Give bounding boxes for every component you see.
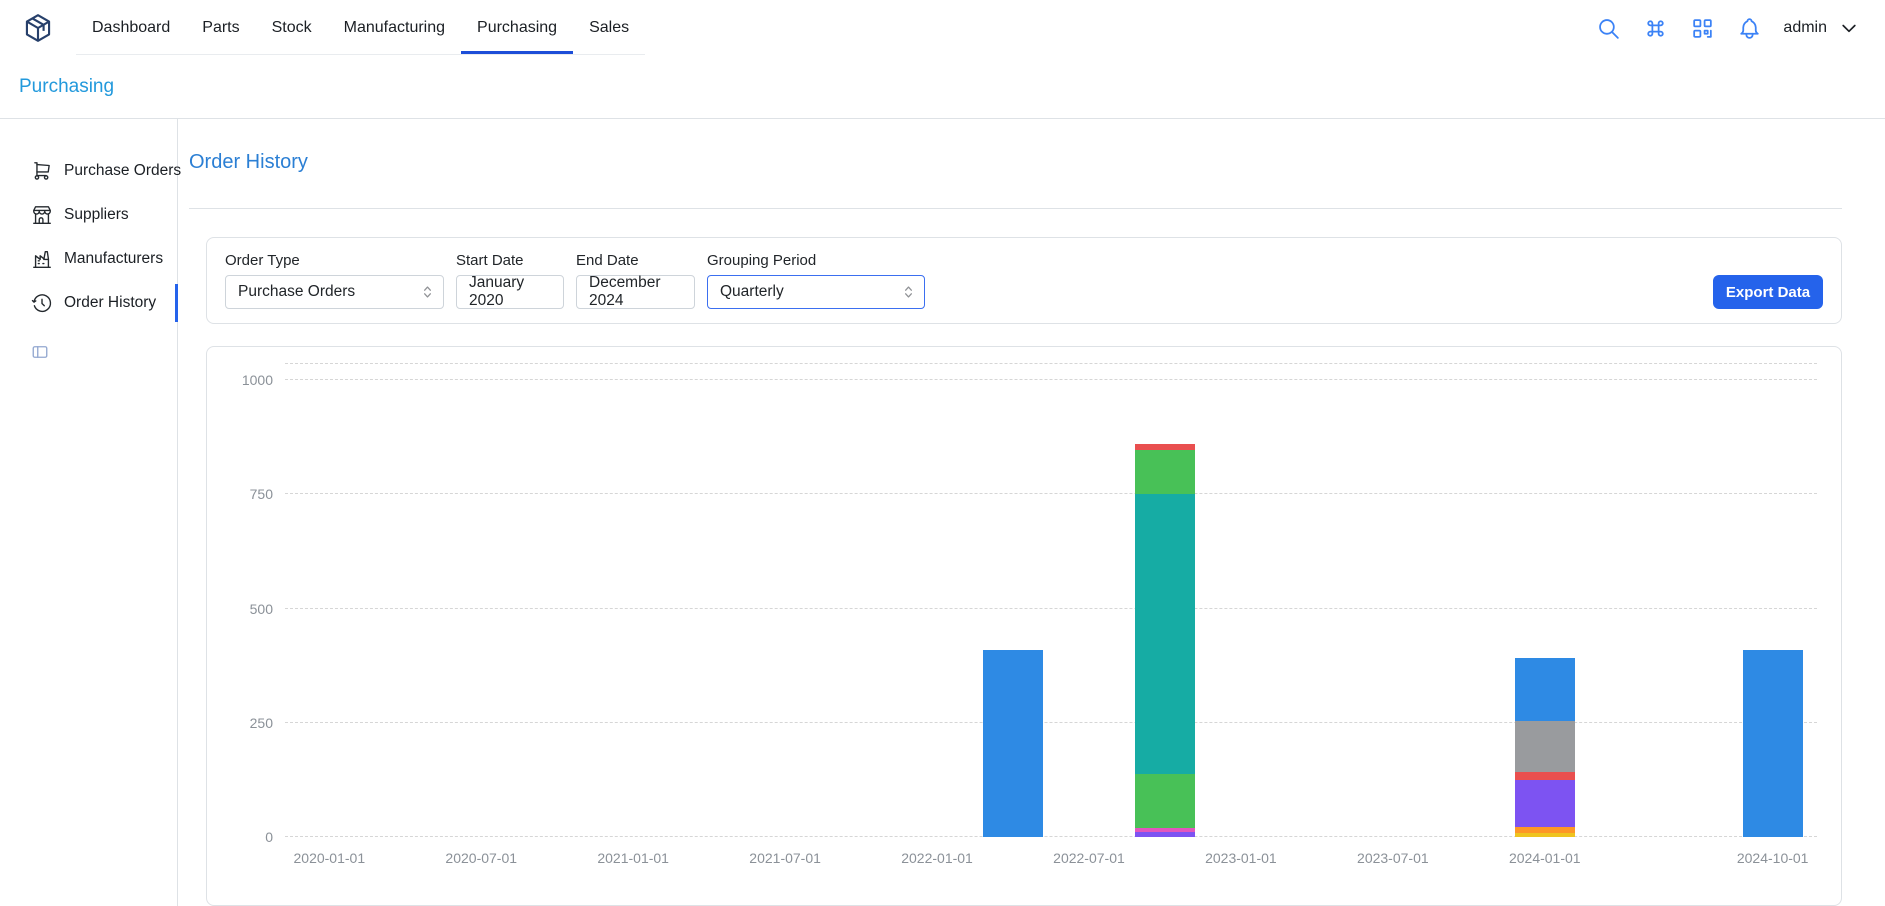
x-tick-label: 2020-01-01	[294, 850, 366, 866]
end-date-label: End Date	[576, 252, 695, 269]
bar-segment-purple	[1515, 780, 1575, 827]
tab-parts[interactable]: Parts	[186, 5, 255, 54]
bar-segment-blue	[983, 650, 1043, 837]
sidebar-item-label: Purchase Orders	[64, 162, 181, 180]
bar-2024-01-01	[1515, 658, 1575, 837]
x-tick-label: 2022-01-01	[901, 850, 973, 866]
y-tick-label: 500	[250, 601, 273, 617]
bar-segment-teal	[1135, 494, 1195, 774]
breadcrumb-purchasing[interactable]: Purchasing	[19, 76, 114, 98]
order-type-value: Purchase Orders	[238, 283, 355, 301]
x-tick-label: 2022-07-01	[1053, 850, 1125, 866]
order-type-field: Order Type Purchase Orders	[225, 252, 444, 309]
sidebar: Purchase Orders Suppliers Manufacturers …	[0, 119, 178, 906]
navbar-actions: admin	[1595, 15, 1859, 42]
grouping-period-field: Grouping Period Quarterly	[707, 252, 925, 309]
end-date-input[interactable]: December 2024	[576, 275, 695, 309]
username-label: admin	[1783, 19, 1827, 37]
bar-segment-blue	[1743, 650, 1803, 837]
x-tick-label: 2020-07-01	[445, 850, 517, 866]
x-tick-label: 2024-10-01	[1737, 850, 1809, 866]
start-date-label: Start Date	[456, 252, 564, 269]
chevron-down-icon	[1839, 18, 1859, 38]
x-tick-label: 2021-07-01	[749, 850, 821, 866]
app-logo-icon[interactable]	[22, 12, 54, 44]
sidebar-item-purchase-orders[interactable]: Purchase Orders	[0, 149, 177, 193]
order-type-label: Order Type	[225, 252, 444, 269]
gridline	[285, 722, 1817, 723]
order-type-select[interactable]: Purchase Orders	[225, 275, 444, 309]
storefront-icon	[31, 204, 53, 226]
y-axis: 02505007501000	[227, 363, 285, 837]
y-tick-label: 750	[250, 486, 273, 502]
bar-2024-10-01	[1743, 650, 1803, 837]
divider	[189, 208, 1842, 209]
grouping-period-value: Quarterly	[720, 283, 784, 301]
end-date-field: End Date December 2024	[576, 252, 695, 309]
chevron-selector-icon	[419, 284, 436, 301]
y-tick-label: 0	[265, 829, 273, 845]
factory-icon	[31, 248, 53, 270]
sidebar-item-label: Suppliers	[64, 206, 129, 224]
sidebar-item-manufacturers[interactable]: Manufacturers	[0, 237, 177, 281]
gridline	[285, 493, 1817, 494]
x-tick-label: 2021-01-01	[597, 850, 669, 866]
tab-dashboard[interactable]: Dashboard	[76, 5, 186, 54]
bar-2022-10-01	[1135, 444, 1195, 837]
sidebar-item-label: Manufacturers	[64, 250, 163, 268]
tab-stock[interactable]: Stock	[256, 5, 328, 54]
bar-segment-green	[1135, 450, 1195, 495]
start-date-field: Start Date January 2020	[456, 252, 564, 309]
grouping-period-select[interactable]: Quarterly	[707, 275, 925, 309]
bell-icon[interactable]	[1736, 15, 1763, 42]
page-title: Order History	[189, 147, 1842, 177]
command-icon[interactable]	[1642, 15, 1669, 42]
tab-purchasing[interactable]: Purchasing	[461, 5, 573, 54]
main-nav-tabs: Dashboard Parts Stock Manufacturing Purc…	[76, 5, 645, 55]
history-icon	[31, 292, 53, 314]
bar-segment-red	[1515, 772, 1575, 780]
gridline	[285, 608, 1817, 609]
search-icon[interactable]	[1595, 15, 1622, 42]
bar-segment-blue	[1515, 658, 1575, 721]
y-tick-label: 250	[250, 715, 273, 731]
grouping-period-label: Grouping Period	[707, 252, 925, 269]
filter-panel: Order Type Purchase Orders Start Date Ja…	[206, 237, 1842, 324]
top-navbar: Dashboard Parts Stock Manufacturing Purc…	[0, 0, 1885, 56]
tab-manufacturing[interactable]: Manufacturing	[328, 5, 461, 54]
tab-sales[interactable]: Sales	[573, 5, 645, 54]
gridline	[285, 379, 1817, 380]
sidebar-collapse-icon[interactable]	[31, 343, 49, 361]
order-history-chart-card: 0 250 500 750 1000 2020-01-01 2020-07-01 2021-…	[206, 346, 1842, 906]
bar-segment-green	[1135, 774, 1195, 828]
qr-code-icon[interactable]	[1689, 15, 1716, 42]
export-data-button[interactable]: Export Data	[1713, 275, 1823, 309]
sidebar-item-suppliers[interactable]: Suppliers	[0, 193, 177, 237]
sidebar-item-label: Order History	[64, 294, 156, 312]
end-date-value: December 2024	[589, 274, 682, 310]
x-tick-label: 2023-01-01	[1205, 850, 1277, 866]
plot-area	[285, 363, 1817, 837]
breadcrumb: Purchasing	[0, 56, 1885, 119]
shopping-cart-icon	[31, 160, 53, 182]
x-tick-label: 2023-07-01	[1357, 850, 1429, 866]
bar-segment-gray	[1515, 721, 1575, 773]
user-menu[interactable]: admin	[1783, 18, 1859, 38]
start-date-value: January 2020	[469, 274, 551, 310]
y-tick-label: 1000	[242, 372, 273, 388]
chevron-selector-icon	[900, 284, 917, 301]
main-panel: Order History Order Type Purchase Orders…	[178, 119, 1885, 906]
x-tick-label: 2024-01-01	[1509, 850, 1581, 866]
x-axis: 2020-01-01 2020-07-01 2021-01-01 2021-07-01…	[285, 837, 1817, 877]
start-date-input[interactable]: January 2020	[456, 275, 564, 309]
bar-2022-04-01	[983, 650, 1043, 837]
sidebar-item-order-history[interactable]: Order History	[0, 281, 177, 325]
